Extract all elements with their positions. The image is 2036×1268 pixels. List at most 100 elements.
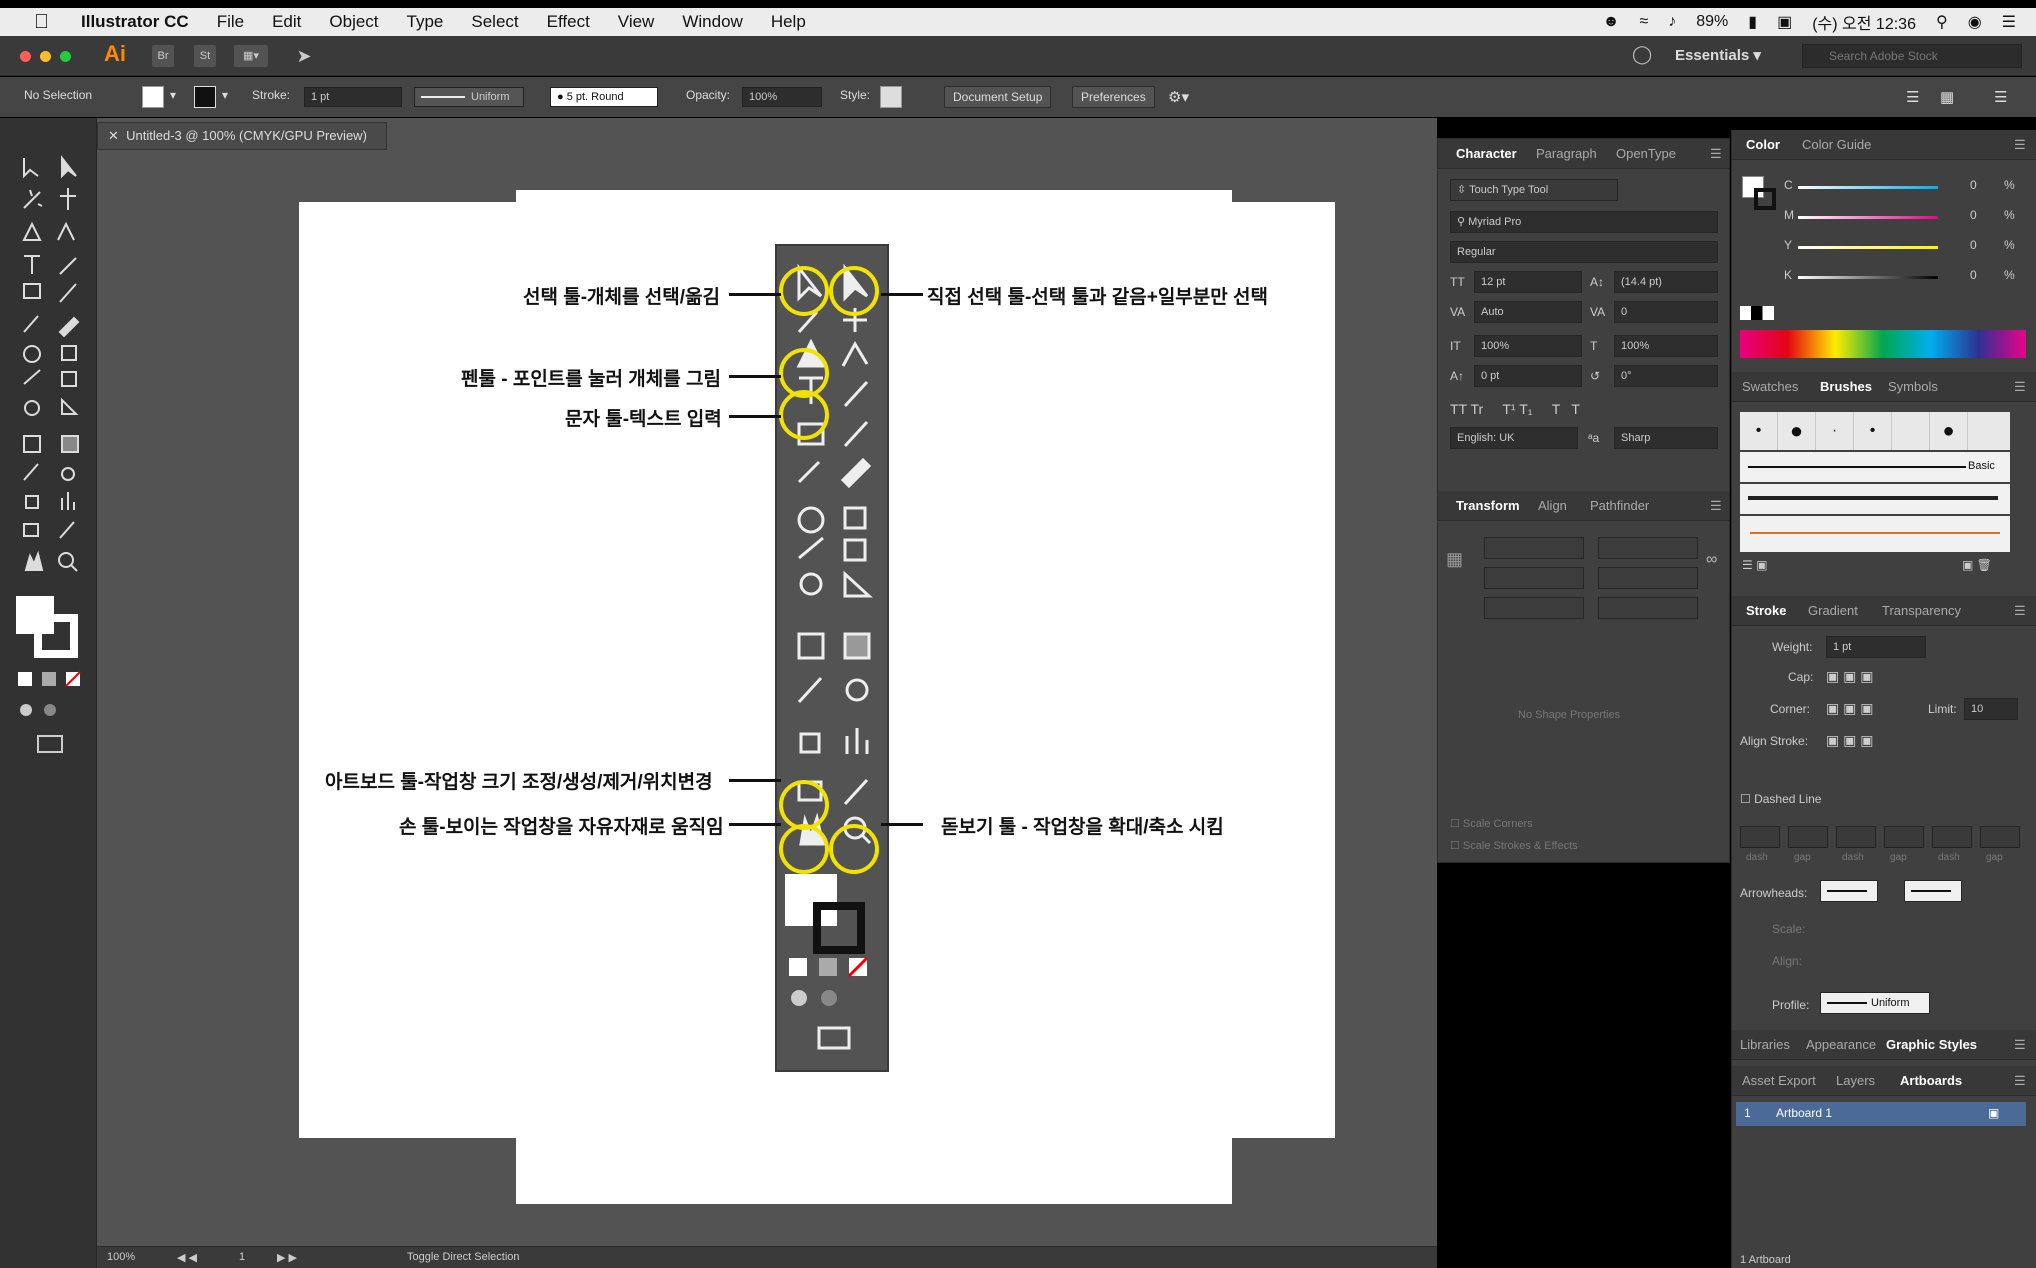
stroke-dropdown-icon[interactable]: ▾ xyxy=(222,88,228,102)
curvature-tool-icon[interactable] xyxy=(57,221,75,241)
gpu-performance-icon[interactable]: ➤ xyxy=(292,45,316,67)
workspace-switcher[interactable]: Essentials ▾ xyxy=(1675,46,1761,64)
corner-buttons[interactable]: ▣ ▣ ▣ xyxy=(1826,700,1873,717)
tab-color-guide[interactable]: Color Guide xyxy=(1802,137,1871,152)
volume-icon[interactable]: ♪ xyxy=(1668,13,1676,31)
stroke-weight-field[interactable]: 1 pt xyxy=(1826,636,1926,658)
brush-dash[interactable]: · xyxy=(1816,412,1854,450)
shape-builder-tool-icon[interactable] xyxy=(24,400,40,416)
pencil-tool-icon[interactable] xyxy=(23,315,39,333)
menu-help[interactable]: Help xyxy=(757,12,820,32)
bridge-icon[interactable]: Br xyxy=(152,45,174,67)
reference-point-icon[interactable]: ▦ xyxy=(1446,549,1463,570)
brush-actions-icons[interactable]: ▣ 🗑 xyxy=(1962,558,1992,572)
tab-swatches[interactable]: Swatches xyxy=(1742,379,1798,394)
column-graph-tool-icon[interactable] xyxy=(61,492,75,510)
stroke-menu-icon[interactable]: ☰ xyxy=(2014,603,2026,619)
gap-field-2[interactable] xyxy=(1884,826,1924,848)
line-tool-icon[interactable] xyxy=(59,257,77,275)
brush-empty[interactable] xyxy=(1892,412,1930,450)
tab-paragraph[interactable]: Paragraph xyxy=(1536,146,1597,161)
rotate-tool-icon[interactable] xyxy=(23,345,41,363)
menu-type[interactable]: Type xyxy=(393,12,458,32)
direct-selection-tool-icon[interactable] xyxy=(61,155,77,179)
panel-menu-icon[interactable]: ☰ xyxy=(1710,146,1722,162)
brush-basic-row[interactable]: Basic xyxy=(1740,452,2010,482)
gradient-mode-button[interactable] xyxy=(42,672,56,686)
tab-appearance[interactable]: Appearance xyxy=(1806,1037,1876,1052)
wifi-icon[interactable]: ≈ xyxy=(1639,13,1648,31)
horizontal-scale-field[interactable]: 100% xyxy=(1614,335,1718,357)
end-arrowhead-select[interactable] xyxy=(1904,880,1962,902)
height-field[interactable] xyxy=(1598,567,1698,589)
minimize-window-button[interactable] xyxy=(40,51,51,62)
screen-mode-icon[interactable] xyxy=(37,735,63,753)
eyedropper-tool-icon[interactable] xyxy=(23,463,39,481)
font-family-field[interactable]: ⚲ Myriad Pro xyxy=(1450,211,1718,233)
graphic-style-swatch[interactable] xyxy=(880,86,902,108)
channel-y-value[interactable]: 0 xyxy=(1970,238,1977,252)
stroke-weight-field[interactable]: 1 pt xyxy=(304,87,402,107)
tracking-field[interactable]: 0 xyxy=(1614,301,1718,323)
start-arrowhead-select[interactable] xyxy=(1820,880,1878,902)
lasso-tool-icon[interactable] xyxy=(60,188,76,210)
tab-graphic-styles[interactable]: Graphic Styles xyxy=(1886,1037,1977,1052)
battery-percent[interactable]: 89% xyxy=(1696,13,1728,31)
document-tab[interactable]: ✕ Untitled-3 @ 100% (CMYK/GPU Preview) xyxy=(97,122,387,150)
zoom-level[interactable]: 100% xyxy=(107,1251,135,1263)
baseline-shift-field[interactable]: 0 pt xyxy=(1474,365,1582,387)
tab-transparency[interactable]: Transparency xyxy=(1882,603,1961,618)
char-rotation-field[interactable]: 0° xyxy=(1614,365,1718,387)
brush-libraries-icon[interactable]: ☰ ▣ xyxy=(1742,558,1767,572)
menu-clock[interactable]: (수) 오전 12:36 xyxy=(1812,10,1916,34)
draw-normal-icon[interactable] xyxy=(20,704,32,716)
type-tool-icon[interactable] xyxy=(24,255,40,274)
artboard-number[interactable]: 1 xyxy=(239,1251,245,1263)
stock-icon[interactable]: St xyxy=(194,45,216,67)
preferences-button[interactable]: Preferences xyxy=(1072,86,1155,108)
stock-search-input[interactable]: Search Adobe Stock xyxy=(1802,44,2022,68)
miter-limit-field[interactable]: 10 xyxy=(1964,698,2018,720)
input-source-icon[interactable]: ▣ xyxy=(1777,12,1792,32)
artboard-row[interactable]: 1 Artboard 1 ▣ xyxy=(1736,1102,2026,1126)
brush-dot-round[interactable]: ● xyxy=(1930,412,1968,450)
tab-align[interactable]: Align xyxy=(1538,498,1567,513)
profile-select[interactable]: Uniform xyxy=(1820,992,1930,1014)
selection-tool-icon[interactable] xyxy=(23,158,39,179)
opacity-field[interactable]: 100% xyxy=(742,87,822,107)
channel-k-value[interactable]: 0 xyxy=(1970,268,1977,282)
y-field[interactable] xyxy=(1484,567,1584,589)
color-menu-icon[interactable]: ☰ xyxy=(2014,137,2026,153)
channel-m-slider[interactable] xyxy=(1798,216,1938,219)
dash-field-3[interactable] xyxy=(1932,826,1972,848)
tab-symbols[interactable]: Symbols xyxy=(1888,379,1938,394)
hand-tool-icon[interactable] xyxy=(24,550,44,571)
menu-view[interactable]: View xyxy=(604,12,669,32)
channel-m-value[interactable]: 0 xyxy=(1970,208,1977,222)
scale-corners-checkbox[interactable]: ☐ Scale Corners xyxy=(1450,817,1533,830)
tab-brushes[interactable]: Brushes xyxy=(1820,379,1872,394)
brush-arrow-row[interactable] xyxy=(1740,516,2010,552)
tab-gradient[interactable]: Gradient xyxy=(1808,603,1858,618)
menu-select[interactable]: Select xyxy=(457,12,532,32)
fill-dropdown-icon[interactable]: ▾ xyxy=(170,88,176,102)
lightbulb-icon[interactable]: ◯ xyxy=(1632,44,1652,65)
brushes-menu-icon[interactable]: ☰ xyxy=(2014,379,2026,395)
tab-opentype[interactable]: OpenType xyxy=(1616,146,1676,161)
text-style-buttons[interactable]: TT Tr T¹ T₁ T T xyxy=(1450,401,1580,417)
align-panel-icon[interactable]: ☰ xyxy=(1906,88,1919,106)
blend-tool-icon[interactable] xyxy=(61,467,75,481)
fill-swatch[interactable] xyxy=(142,86,164,108)
artboard-tool-icon[interactable] xyxy=(23,523,39,537)
menu-effect[interactable]: Effect xyxy=(533,12,604,32)
stroke-label[interactable]: Stroke: xyxy=(252,88,290,102)
color-stroke-proxy[interactable] xyxy=(1754,188,1776,210)
draw-behind-icon[interactable] xyxy=(44,704,56,716)
font-style-field[interactable]: Regular xyxy=(1450,241,1718,263)
pen-tool-icon[interactable] xyxy=(22,221,42,241)
language-field[interactable]: English: UK xyxy=(1450,427,1578,449)
free-transform-tool-icon[interactable] xyxy=(61,371,77,387)
variable-width-profile[interactable]: Uniform xyxy=(414,87,524,107)
cap-buttons[interactable]: ▣ ▣ ▣ xyxy=(1826,668,1873,685)
menu-file[interactable]: File xyxy=(203,12,258,32)
